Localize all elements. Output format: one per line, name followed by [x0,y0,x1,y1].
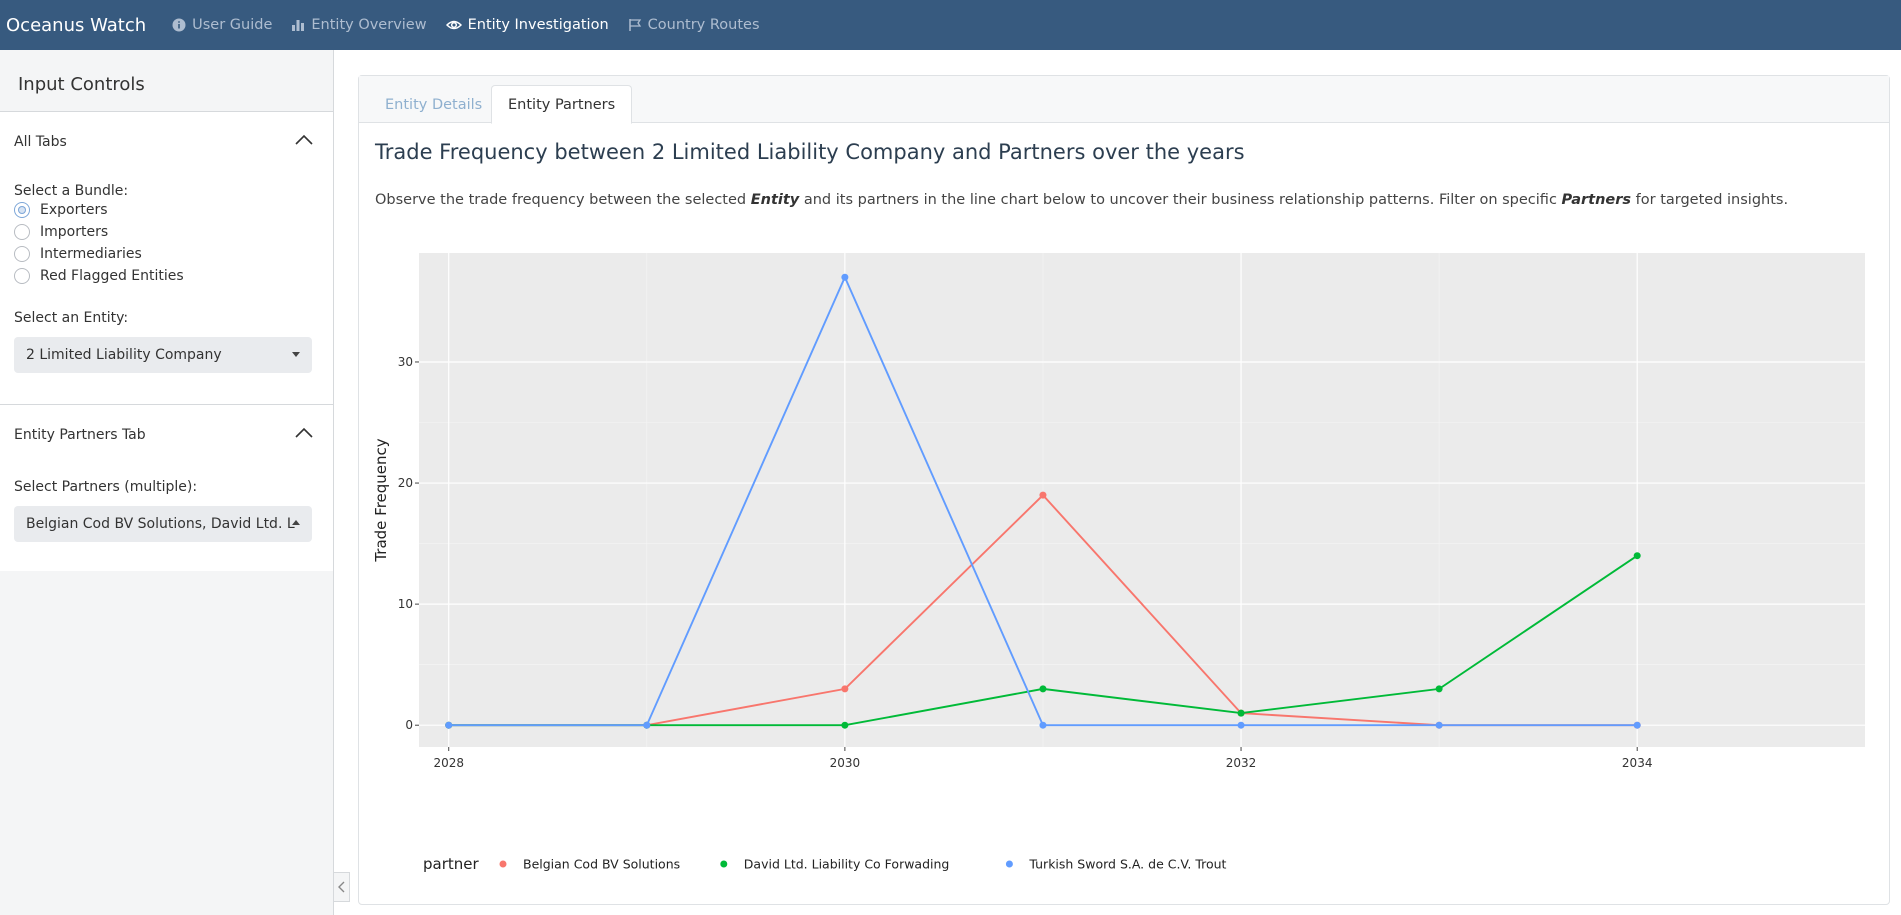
radio-button[interactable] [14,224,30,240]
partners-select-value: Belgian Cod BV Solutions, David Ltd. L [26,516,295,532]
desc-text-1: Observe the trade frequency between the … [375,192,751,208]
legend-title: partner [423,855,479,873]
sidebar-title: Input Controls [18,74,145,95]
tab-bar: Entity Details Entity Partners [359,76,1889,124]
chevron-up-icon[interactable] [295,134,313,146]
sidebar: Input Controls All Tabs Select a Bundle:… [0,50,334,915]
partners-multiselect[interactable]: Belgian Cod BV Solutions, David Ltd. L [14,506,312,542]
desc-text-3: for targeted insights. [1631,192,1789,208]
radio-importers[interactable]: Importers [14,224,108,240]
radio-exporters[interactable]: Exporters [14,202,108,218]
data-point [1237,721,1245,729]
y-tick-label: 20 [398,476,413,490]
app-brand[interactable]: Oceanus Watch [6,15,146,36]
x-tick-label: 2028 [433,756,464,770]
nav-entity-overview-label: Entity Overview [311,17,427,33]
bundle-label: Select a Bundle: [14,183,129,199]
data-point [841,721,849,729]
data-point [1039,491,1047,499]
caret-up-icon [292,520,300,525]
data-point [841,685,849,693]
accordion-header-all-tabs[interactable]: All Tabs [14,134,67,150]
nav-user-guide[interactable]: User Guide [172,17,272,33]
data-point [1039,685,1047,693]
entity-label: Select an Entity: [14,310,129,326]
sidebar-collapse-button[interactable] [334,872,350,902]
nav-entity-investigation-label: Entity Investigation [467,17,609,33]
eye-icon [445,20,462,30]
data-point [643,721,651,729]
accordion-panel-entity-partners: Entity Partners Tab Select Partners (mul… [0,404,333,571]
bar-chart-icon [292,20,305,31]
legend-item-label: Turkish Sword S.A. de C.V. Trout [1028,857,1226,872]
radio-button[interactable] [14,202,30,218]
legend-marker [720,860,728,868]
accordion-header-entity-partners[interactable]: Entity Partners Tab [14,427,146,443]
entity-select[interactable]: 2 Limited Liability Company [14,337,312,373]
page-title: Trade Frequency between 2 Limited Liabil… [375,140,1245,164]
nav-entity-investigation[interactable]: Entity Investigation [445,17,609,33]
data-point [1633,552,1641,560]
desc-partners-emphasis: Partners [1561,192,1632,208]
nav-user-guide-label: User Guide [192,17,273,33]
flag-icon [628,19,641,31]
radio-button[interactable] [14,268,30,284]
nav-country-routes[interactable]: Country Routes [628,17,760,33]
x-tick-label: 2032 [1226,756,1257,770]
x-tick-label: 2030 [830,756,861,770]
radio-importers-label: Importers [40,224,109,240]
partners-label: Select Partners (multiple): [14,479,198,495]
legend-marker [499,860,507,868]
radio-red-flagged-label: Red Flagged Entities [40,268,184,284]
radio-intermediaries[interactable]: Intermediaries [14,246,142,262]
data-point [1435,685,1443,693]
navbar: Oceanus Watch User Guide Entity Overview… [0,0,1901,50]
accordion-panel-all-tabs: All Tabs Select a Bundle: Exporters Impo… [0,112,333,404]
nav-entity-overview[interactable]: Entity Overview [291,17,427,33]
desc-text-2: and its partners in the line chart below… [799,192,1562,208]
y-axis-label: Trade Frequency [372,438,390,562]
trade-frequency-line-chart: 2028 2030 2032 20340102030Trade Frequencypa… [372,253,1865,873]
radio-button[interactable] [14,246,30,262]
y-tick-label: 0 [405,718,413,732]
nav-country-routes-label: Country Routes [647,17,760,33]
plot-background [419,253,1865,747]
data-point [1237,709,1245,717]
radio-exporters-label: Exporters [40,202,108,218]
radio-intermediaries-label: Intermediaries [40,246,142,262]
y-tick-label: 30 [398,355,413,369]
legend-item-label: Belgian Cod BV Solutions [523,857,680,872]
chevron-left-icon [337,881,344,893]
x-tick-label: 2034 [1622,756,1653,770]
description: Observe the trade frequency between the … [375,192,1788,208]
y-tick-label: 10 [398,597,413,611]
radio-red-flagged[interactable]: Red Flagged Entities [14,268,184,284]
tab-entity-partners[interactable]: Entity Partners [491,85,633,124]
info-circle-icon [172,18,186,32]
caret-down-icon [292,352,300,357]
chevron-up-icon[interactable] [295,427,313,439]
data-point [445,721,453,729]
data-point [841,273,849,281]
data-point [1435,721,1443,729]
legend-item-label: David Ltd. Liability Co Forwading [744,857,950,872]
entity-select-value: 2 Limited Liability Company [26,347,222,363]
data-point [1039,721,1047,729]
legend-marker [1005,860,1013,868]
data-point [1633,721,1641,729]
desc-entity-emphasis: Entity [750,192,800,208]
tab-entity-details[interactable]: Entity Details [369,85,498,124]
